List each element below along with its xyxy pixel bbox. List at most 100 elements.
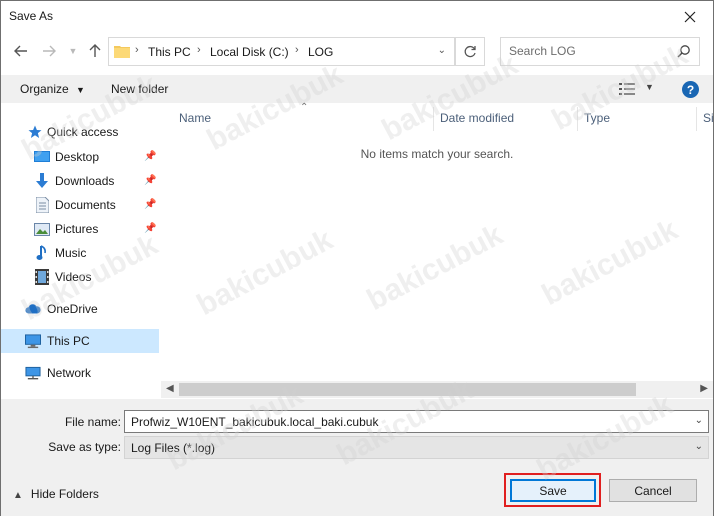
- save-as-type-select[interactable]: Log Files (*.log) ⌄: [124, 436, 709, 459]
- breadcrumb-local-disk[interactable]: Local Disk (C:): [210, 45, 289, 59]
- pin-icon: 📌: [144, 199, 157, 210]
- sidebar-item-onedrive[interactable]: OneDrive: [1, 297, 159, 321]
- sidebar-item-label: Network: [47, 366, 92, 380]
- search-box[interactable]: [500, 37, 700, 66]
- sidebar-item-downloads[interactable]: Downloads 📌: [1, 169, 159, 193]
- empty-message: No items match your search.: [360, 147, 514, 161]
- navigation-bar: ▼ › This PC › Local Disk (C:) › LOG ⌄: [1, 35, 713, 69]
- file-name-combobox[interactable]: ⌄: [124, 410, 709, 433]
- refresh-button[interactable]: [455, 37, 485, 66]
- search-icon: [677, 45, 690, 58]
- search-input[interactable]: [501, 38, 671, 64]
- sidebar-item-label: This PC: [47, 334, 90, 348]
- sidebar-item-label: Documents: [55, 198, 116, 212]
- chevron-down-icon: ▼: [76, 85, 85, 95]
- horizontal-scrollbar[interactable]: ◀ ▶: [161, 381, 713, 398]
- list-view-icon: [619, 83, 635, 95]
- breadcrumb-separator: ›: [197, 44, 201, 56]
- column-header-type[interactable]: Type: [584, 111, 610, 129]
- sidebar-item-pictures[interactable]: Pictures 📌: [1, 217, 159, 241]
- pin-icon: 📌: [144, 223, 157, 234]
- column-header-name[interactable]: Name: [179, 111, 211, 129]
- breadcrumb-separator: ›: [135, 44, 139, 56]
- organize-menu[interactable]: Organize ▼: [20, 82, 85, 96]
- new-folder-button[interactable]: New folder: [111, 82, 168, 96]
- save-as-dialog: Save As ▼ › This PC › Local Disk (C:) › …: [0, 0, 714, 516]
- file-name-input[interactable]: [125, 411, 685, 432]
- save-form: File name: ⌄ Save as type: Log Files (*.…: [1, 399, 713, 516]
- sidebar-item-desktop[interactable]: Desktop 📌: [1, 145, 159, 169]
- save-button[interactable]: Save: [510, 479, 596, 502]
- breadcrumb-separator: ›: [295, 44, 299, 56]
- close-button[interactable]: [667, 1, 713, 32]
- command-bar: Organize ▼ New folder ▼ ?: [1, 75, 713, 103]
- document-icon: [34, 197, 50, 213]
- close-icon: [684, 11, 696, 22]
- help-button[interactable]: ?: [682, 81, 699, 98]
- breadcrumb-this-pc[interactable]: This PC: [148, 45, 191, 59]
- star-icon: [27, 124, 43, 140]
- cancel-button[interactable]: Cancel: [609, 479, 697, 502]
- breadcrumb-log[interactable]: LOG: [308, 45, 333, 59]
- refresh-icon: [464, 45, 476, 57]
- sidebar-item-quick-access[interactable]: Quick access: [1, 120, 159, 144]
- arrow-left-icon: [14, 45, 27, 57]
- cloud-icon: [25, 301, 41, 317]
- download-icon: [34, 173, 50, 189]
- arrow-up-icon: [89, 44, 101, 57]
- organize-label: Organize: [20, 82, 69, 96]
- sidebar-item-this-pc[interactable]: This PC: [1, 329, 159, 353]
- up-button[interactable]: [87, 43, 103, 59]
- chevron-down-icon: ▼: [68, 46, 78, 56]
- music-icon: [34, 245, 50, 261]
- sidebar-item-documents[interactable]: Documents 📌: [1, 193, 159, 217]
- sidebar-item-label: Quick access: [47, 125, 119, 139]
- sidebar-item-label: OneDrive: [47, 302, 98, 316]
- chevron-up-icon: ▲: [13, 490, 23, 501]
- window-title: Save As: [9, 9, 54, 23]
- save-as-type-value: Log Files (*.log): [131, 441, 216, 455]
- column-divider[interactable]: [577, 107, 578, 131]
- scrollbar-thumb[interactable]: [179, 383, 636, 396]
- pin-icon: 📌: [144, 175, 157, 186]
- chevron-down-icon[interactable]: ⌄: [695, 415, 703, 426]
- network-icon: [25, 365, 41, 381]
- sort-ascending-icon: ⌃: [300, 102, 309, 113]
- hide-folders-label: Hide Folders: [30, 487, 99, 501]
- video-icon: [34, 269, 50, 285]
- sidebar-item-label: Desktop: [55, 150, 100, 164]
- chevron-down-icon[interactable]: ⌄: [438, 45, 446, 56]
- sidebar-item-music[interactable]: Music: [1, 241, 159, 265]
- pin-icon: 📌: [144, 151, 157, 162]
- chevron-down-icon: ⌄: [694, 441, 703, 452]
- file-list: ⌃ Name Date modified Type Si No items ma…: [161, 102, 714, 399]
- column-divider[interactable]: [433, 107, 434, 131]
- view-options-button[interactable]: ▼: [619, 81, 659, 97]
- forward-button[interactable]: [41, 43, 57, 59]
- sidebar-item-label: Videos: [55, 270, 92, 284]
- arrow-right-icon: [43, 45, 56, 57]
- sidebar-item-network[interactable]: Network: [1, 361, 159, 385]
- column-header-date-modified[interactable]: Date modified: [440, 111, 514, 129]
- help-icon: ?: [686, 82, 695, 97]
- scroll-right-icon[interactable]: ▶: [700, 383, 708, 394]
- title-bar: Save As: [1, 1, 713, 32]
- navigation-pane: Quick access Desktop 📌 Downloads 📌 Docum…: [1, 105, 159, 399]
- recent-locations-button[interactable]: ▼: [65, 43, 81, 59]
- sidebar-item-label: Music: [55, 246, 87, 260]
- column-header-size[interactable]: Si: [703, 111, 714, 129]
- picture-icon: [34, 221, 50, 237]
- sidebar-item-label: Pictures: [55, 222, 99, 236]
- back-button[interactable]: [13, 43, 29, 59]
- sidebar-item-videos[interactable]: Videos: [1, 265, 159, 289]
- column-divider[interactable]: [696, 107, 697, 131]
- folder-icon: [114, 46, 130, 58]
- hide-folders-button[interactable]: ▲ Hide Folders: [13, 487, 99, 501]
- computer-icon: [25, 333, 41, 349]
- file-name-label: File name:: [64, 415, 121, 429]
- address-bar[interactable]: › This PC › Local Disk (C:) › LOG ⌄: [108, 37, 455, 66]
- save-as-type-label: Save as type:: [48, 440, 121, 454]
- sidebar-item-label: Downloads: [55, 174, 115, 188]
- scroll-left-icon[interactable]: ◀: [166, 383, 174, 394]
- desktop-icon: [34, 149, 50, 165]
